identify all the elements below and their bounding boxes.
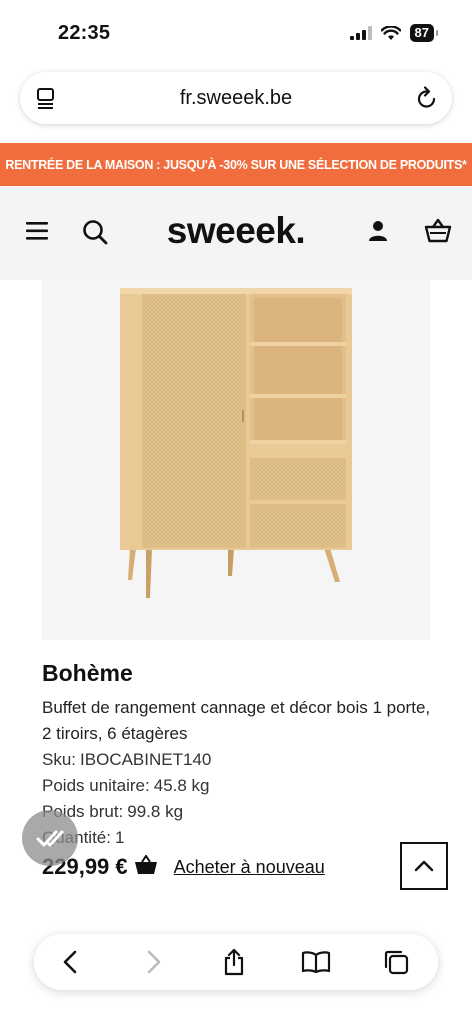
browser-toolbar xyxy=(34,934,438,990)
gross-weight-line: Poids brut: 99.8 kg xyxy=(42,799,442,825)
reload-icon[interactable] xyxy=(416,86,438,115)
share-icon xyxy=(224,948,244,976)
basket-icon xyxy=(134,853,158,880)
sku-line: Sku: IBOCABINET140 xyxy=(42,747,442,773)
share-button[interactable] xyxy=(218,946,250,978)
promo-text: RENTRÉE DE LA MAISON : JUSQU'À -30% SUR … xyxy=(5,157,467,172)
cart-icon[interactable] xyxy=(424,218,452,249)
product-image[interactable] xyxy=(42,280,430,640)
bookmarks-icon xyxy=(301,951,331,974)
bookmarks-button[interactable] xyxy=(300,946,332,978)
chevron-up-icon xyxy=(414,860,434,872)
unit-weight-value: 45.8 kg xyxy=(153,776,210,795)
check-icon xyxy=(36,830,64,847)
sku-label: Sku: xyxy=(42,750,77,769)
url-text[interactable]: fr.sweeek.be xyxy=(20,87,452,110)
cabinet-illustration xyxy=(120,288,352,598)
tabs-overview-button[interactable] xyxy=(380,946,412,978)
unit-weight-line: Poids unitaire: 45.8 kg xyxy=(42,773,442,799)
forward-icon xyxy=(147,950,161,974)
unit-weight-label: Poids unitaire: xyxy=(42,776,150,795)
account-icon[interactable] xyxy=(368,220,388,247)
product-description: Buffet de rangement cannage et décor boi… xyxy=(42,698,431,743)
signal-icon xyxy=(349,26,372,40)
buy-again-link[interactable]: Acheter à nouveau xyxy=(174,857,325,878)
floating-check-button[interactable] xyxy=(22,810,78,866)
status-icons: 87 xyxy=(349,24,439,42)
status-bar: 22:35 87 xyxy=(0,0,472,66)
address-bar[interactable]: fr.sweeek.be xyxy=(20,72,452,124)
forward-button[interactable] xyxy=(138,946,170,978)
scroll-top-button[interactable] xyxy=(400,842,448,890)
battery-indicator: 87 xyxy=(409,24,439,42)
quantity-value: 1 xyxy=(115,828,125,847)
wifi-icon xyxy=(380,25,401,40)
site-logo[interactable]: sweeek. xyxy=(0,210,472,252)
sku-value: IBOCABINET140 xyxy=(80,750,212,769)
price-row: 229,99 € Acheter à nouveau xyxy=(42,853,325,880)
site-header: sweeek. xyxy=(0,186,472,280)
product-info: Bohème Buffet de rangement cannage et dé… xyxy=(42,660,442,851)
promo-banner[interactable]: RENTRÉE DE LA MAISON : JUSQU'À -30% SUR … xyxy=(0,143,472,186)
product-name[interactable]: Bohème xyxy=(42,660,442,687)
tabs-overview-icon xyxy=(384,950,409,975)
back-icon xyxy=(63,950,77,974)
back-button[interactable] xyxy=(54,946,86,978)
status-time: 22:35 xyxy=(58,22,111,44)
quantity-line: Quantité: 1 xyxy=(42,825,442,851)
gross-weight-value: 99.8 kg xyxy=(127,802,184,821)
